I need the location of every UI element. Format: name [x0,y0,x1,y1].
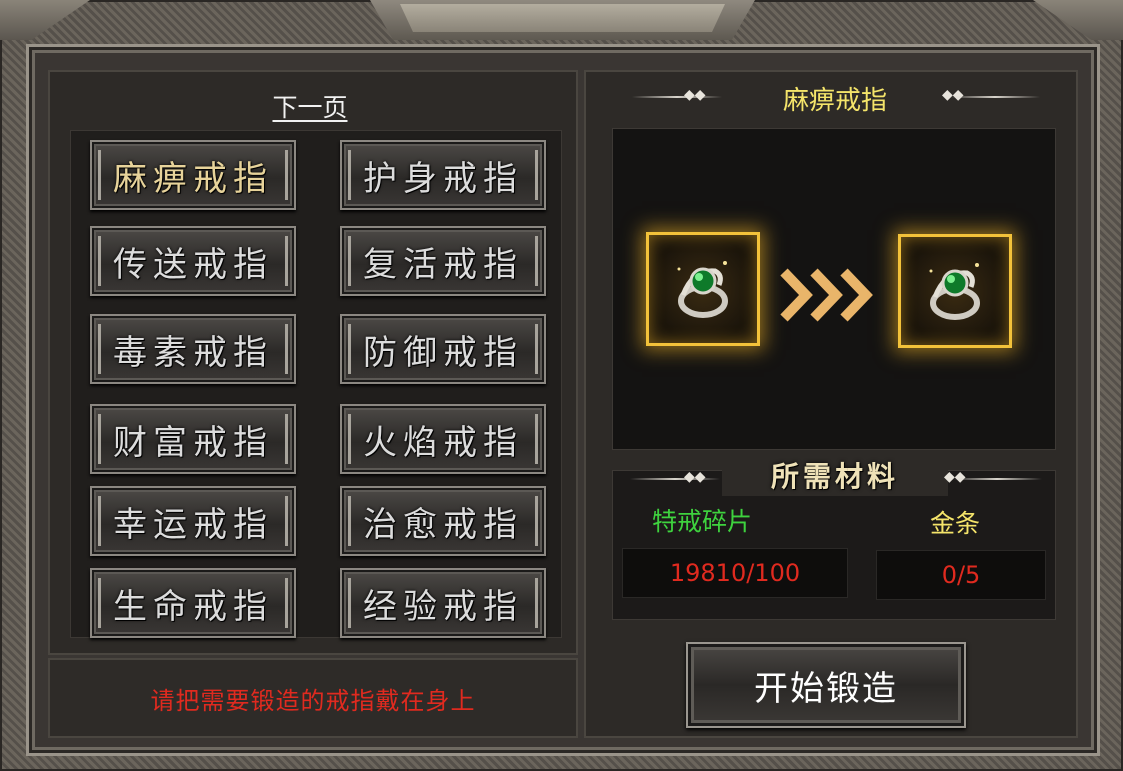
source-item-slot[interactable] [646,232,760,346]
diamond-ornament-icon: ◆◆ [684,87,706,103]
title-divider-right [950,96,1040,98]
forge-item-title: 麻痹戒指 [782,86,887,116]
material-name-fragment: 特戒碎片 [652,507,753,536]
ring-button-life[interactable]: 生命戒指 [90,568,296,638]
ring-button-poison[interactable]: 毒素戒指 [90,314,296,384]
triple-chevron-right-icon [778,260,878,330]
green-gem-ring-icon [677,261,728,318]
materials-title: 所需材料 [722,458,948,496]
ring-button-experience[interactable]: 经验戒指 [340,568,546,638]
ring-button-revive[interactable]: 复活戒指 [340,226,546,296]
material-count-fragment: 19810/100 [622,548,848,598]
ring-button-paralysis[interactable]: 麻痹戒指 [90,140,296,210]
start-forge-button[interactable]: 开始锻造 [686,642,966,728]
frame-top-plate [370,0,755,40]
diamond-ornament-icon: ◆◆ [944,469,966,485]
diamond-ornament-icon: ◆◆ [684,469,706,485]
green-gem-ring-icon [929,263,980,320]
materials-divider-left [630,478,720,480]
materials-divider-right [952,478,1042,480]
ring-button-luck[interactable]: 幸运戒指 [90,486,296,556]
title-divider-left [632,96,722,98]
material-count-gold-bar: 0/5 [876,550,1046,600]
material-name-gold-bar: 金条 [930,509,981,538]
ring-button-protection[interactable]: 护身戒指 [340,140,546,210]
ring-button-flame[interactable]: 火焰戒指 [340,404,546,474]
ring-button-defense[interactable]: 防御戒指 [340,314,546,384]
equip-hint: 请把需要锻造的戒指戴在身上 [48,658,578,738]
next-page-link[interactable]: 下一页 [230,88,390,122]
ring-button-teleport[interactable]: 传送戒指 [90,226,296,296]
result-item-slot[interactable] [898,234,1012,348]
ring-button-healing[interactable]: 治愈戒指 [340,486,546,556]
ring-button-wealth[interactable]: 财富戒指 [90,404,296,474]
diamond-ornament-icon: ◆◆ [942,87,964,103]
